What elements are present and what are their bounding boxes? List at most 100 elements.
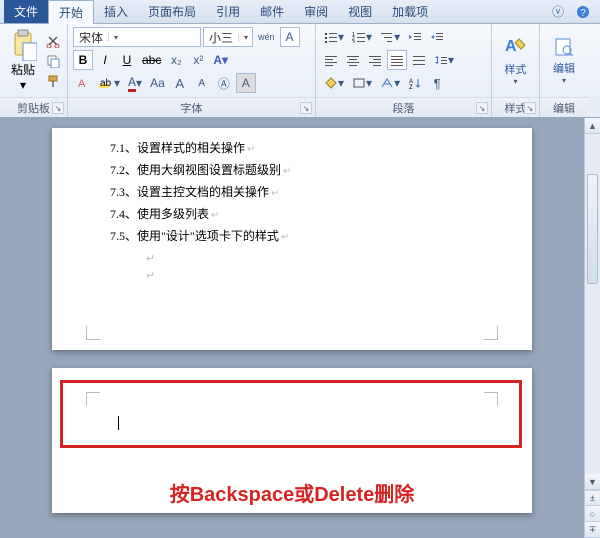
highlight-button[interactable]: ab▾ xyxy=(95,73,123,93)
chevron-down-icon: ▾ xyxy=(108,33,120,42)
multilevel-list-button[interactable]: ▾ xyxy=(377,27,403,47)
group-font: 宋体▾ 小三▾ wén A B I U abc x₂ x² A▾ xyxy=(68,24,316,117)
paragraph-mark-icon: ↵ xyxy=(271,188,279,199)
tab-home[interactable]: 开始 xyxy=(48,0,94,24)
browse-object-icon[interactable]: ○ xyxy=(585,506,600,522)
svg-text:?: ? xyxy=(580,8,586,19)
bullets-button[interactable]: ▾ xyxy=(321,27,347,47)
copy-icon[interactable] xyxy=(44,53,62,69)
distributed-button[interactable] xyxy=(409,50,429,70)
chevron-down-icon: ▾ xyxy=(562,76,566,85)
character-shading-button[interactable]: A xyxy=(236,73,256,93)
cut-icon[interactable] xyxy=(44,33,62,49)
format-painter-icon[interactable] xyxy=(44,73,62,89)
asian-layout-button[interactable]: ▾ xyxy=(377,73,403,93)
align-center-button[interactable] xyxy=(343,50,363,70)
align-left-button[interactable] xyxy=(321,50,341,70)
menu-bar: 文件 开始 插入 页面布局 引用 邮件 审阅 视图 加载项 ⓥ ? xyxy=(0,0,600,24)
tab-view[interactable]: 视图 xyxy=(338,0,382,23)
next-page-icon[interactable]: ∓ xyxy=(585,522,600,538)
paste-button[interactable]: 粘贴 ▾ xyxy=(5,27,41,94)
font-launcher-icon[interactable]: ↘ xyxy=(300,102,312,114)
editing-button[interactable]: 编辑 ▾ xyxy=(545,27,583,94)
paste-label: 粘贴 xyxy=(11,61,35,78)
vertical-scrollbar[interactable]: ▲ ▼ ± ○ ∓ xyxy=(584,118,600,538)
styles-launcher-icon[interactable]: ↘ xyxy=(524,102,536,114)
line-spacing-button[interactable]: ▾ xyxy=(431,50,457,70)
styles-label: 样式 xyxy=(505,61,527,77)
paragraph-mark-icon: ↵ xyxy=(146,252,484,265)
crop-mark-icon xyxy=(86,326,100,340)
superscript-button[interactable]: x² xyxy=(188,50,208,70)
borders-button[interactable]: ▾ xyxy=(349,73,375,93)
tab-file[interactable]: 文件 xyxy=(4,0,48,23)
shading-button[interactable]: ▾ xyxy=(321,73,347,93)
annotation-highlight-box xyxy=(60,380,522,448)
group-clipboard: 粘贴 ▾ 剪贴板 ↘ xyxy=(0,24,68,117)
strikethrough-button[interactable]: abc xyxy=(139,50,164,70)
scroll-up-icon[interactable]: ▲ xyxy=(585,118,600,134)
tab-layout[interactable]: 页面布局 xyxy=(138,0,206,23)
group-paragraph: ▾ 123▾ ▾ ▾ ▾ xyxy=(316,24,492,117)
page-1[interactable]: 7.1、设置样式的相关操作↵ 7.2、使用大纲视图设置标题级别↵ 7.3、设置主… xyxy=(52,128,532,350)
clipboard-launcher-icon[interactable]: ↘ xyxy=(52,102,64,114)
clear-formatting-button[interactable]: A xyxy=(73,73,93,93)
font-color-button[interactable]: A▾ xyxy=(125,73,145,93)
scroll-thumb[interactable] xyxy=(587,174,598,284)
sort-button[interactable]: AZ xyxy=(405,73,425,93)
increase-indent-button[interactable] xyxy=(427,27,447,47)
bold-button[interactable]: B xyxy=(73,50,93,70)
show-marks-button[interactable]: ¶ xyxy=(427,73,447,93)
paragraph-mark-icon: ↵ xyxy=(247,144,255,155)
document-area: 7.1、设置样式的相关操作↵ 7.2、使用大纲视图设置标题级别↵ 7.3、设置主… xyxy=(0,118,600,538)
scroll-track[interactable] xyxy=(585,134,600,474)
numbering-button[interactable]: 123▾ xyxy=(349,27,375,47)
prev-page-icon[interactable]: ± xyxy=(585,490,600,506)
text-cursor xyxy=(118,416,119,430)
italic-button[interactable]: I xyxy=(95,50,115,70)
tab-addins[interactable]: 加载项 xyxy=(382,0,438,23)
group-paragraph-label: 段落 xyxy=(316,97,491,117)
paragraph-mark-icon: ↵ xyxy=(281,232,289,243)
group-editing-label: 编辑 xyxy=(540,97,588,117)
editing-label: 编辑 xyxy=(553,60,575,76)
group-editing: 编辑 ▾ 编辑 xyxy=(540,24,588,117)
paragraph-mark-icon: ↵ xyxy=(146,269,484,282)
character-border-button[interactable]: A xyxy=(280,27,300,47)
tab-insert[interactable]: 插入 xyxy=(94,0,138,23)
document-scroll[interactable]: 7.1、设置样式的相关操作↵ 7.2、使用大纲视图设置标题级别↵ 7.3、设置主… xyxy=(0,118,584,538)
svg-text:3: 3 xyxy=(352,40,355,43)
tab-mailings[interactable]: 邮件 xyxy=(250,0,294,23)
paragraph-mark-icon: ↵ xyxy=(283,166,291,177)
font-name-combo[interactable]: 宋体▾ xyxy=(73,27,201,47)
page-2[interactable]: 按Backspace或Delete删除 xyxy=(52,368,532,513)
chevron-down-icon: ▾ xyxy=(513,77,517,86)
align-justify-button[interactable] xyxy=(387,50,407,70)
tab-review[interactable]: 审阅 xyxy=(294,0,338,23)
underline-button[interactable]: U xyxy=(117,50,137,70)
svg-text:Z: Z xyxy=(409,85,413,89)
group-styles: A 样式 ▾ 样式 ↘ xyxy=(492,24,540,117)
grow-font-button[interactable]: A xyxy=(170,73,190,93)
tab-references[interactable]: 引用 xyxy=(206,0,250,23)
scroll-down-icon[interactable]: ▼ xyxy=(585,474,600,490)
font-size-combo[interactable]: 小三▾ xyxy=(203,27,253,47)
shrink-font-button[interactable]: A xyxy=(192,73,212,93)
text-effects-button[interactable]: A▾ xyxy=(210,50,231,70)
paragraph-launcher-icon[interactable]: ↘ xyxy=(476,102,488,114)
enclose-characters-button[interactable]: Ⓐ xyxy=(214,73,234,93)
phonetic-guide-button[interactable]: wén xyxy=(255,27,278,47)
decrease-indent-button[interactable] xyxy=(405,27,425,47)
annotation-caption: 按Backspace或Delete删除 xyxy=(52,478,532,507)
ribbon: 粘贴 ▾ 剪贴板 ↘ 宋体▾ 小三▾ wén xyxy=(0,24,600,118)
styles-button[interactable]: A 样式 ▾ xyxy=(497,27,534,94)
align-right-button[interactable] xyxy=(365,50,385,70)
chevron-down-icon: ▾ xyxy=(238,33,250,42)
crop-mark-icon xyxy=(484,326,498,340)
change-case-button[interactable]: Aa xyxy=(147,73,168,93)
minimize-ribbon-icon[interactable]: ⓥ xyxy=(546,3,570,20)
paragraph-mark-icon: ↵ xyxy=(211,210,219,221)
svg-text:A: A xyxy=(505,38,517,55)
help-icon[interactable]: ? xyxy=(570,5,596,19)
subscript-button[interactable]: x₂ xyxy=(166,50,186,70)
